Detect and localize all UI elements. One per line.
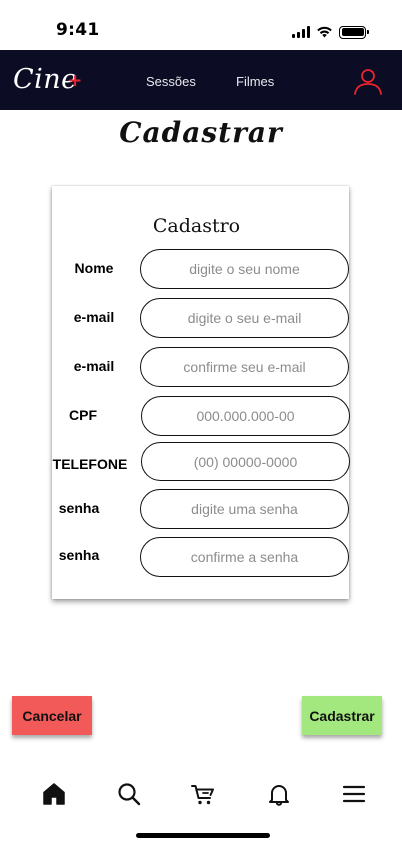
page-title: Cadastrar — [119, 116, 283, 149]
menu-icon[interactable] — [342, 782, 366, 806]
bell-icon[interactable] — [267, 782, 291, 806]
signup-form-card: Cadastro Nome e-mail e-mail CPF TELEFONE… — [52, 186, 350, 599]
confirm-password-input[interactable] — [140, 537, 349, 577]
name-input[interactable] — [140, 249, 349, 289]
nav-link-filmes[interactable]: Filmes — [236, 74, 274, 89]
status-time: 9:41 — [56, 20, 100, 40]
brand-plus-mark: + — [68, 71, 83, 91]
confirm-email-label: e-mail — [73, 358, 115, 374]
search-icon[interactable] — [117, 782, 141, 806]
home-icon[interactable] — [42, 782, 66, 806]
home-indicator — [136, 833, 270, 838]
confirm-password-label: senha — [58, 547, 100, 563]
status-icons — [292, 24, 369, 40]
form-title: Cadastro — [152, 215, 241, 237]
submit-button[interactable]: Cadastrar — [302, 696, 382, 735]
cellular-signal-icon — [292, 26, 310, 38]
confirm-email-input[interactable] — [140, 347, 349, 387]
cancel-button[interactable]: Cancelar — [12, 696, 92, 735]
password-label: senha — [58, 500, 100, 516]
nav-link-sessoes[interactable]: Sessões — [146, 74, 196, 89]
cart-icon[interactable] — [191, 782, 215, 806]
bottom-tab-bar — [0, 772, 402, 816]
email-input[interactable] — [140, 298, 349, 338]
name-label: Nome — [74, 260, 114, 276]
email-label: e-mail — [73, 309, 115, 325]
cpf-input[interactable] — [141, 396, 350, 436]
wifi-icon — [317, 26, 332, 38]
phone-label: TELEFONE — [52, 456, 128, 472]
status-bar: 9:41 — [0, 0, 402, 50]
battery-icon — [339, 25, 369, 39]
top-navbar: Cine + Sessões Filmes — [0, 50, 402, 110]
password-input[interactable] — [140, 489, 349, 529]
user-profile-icon[interactable] — [352, 67, 384, 97]
cpf-label: CPF — [69, 407, 97, 423]
phone-input[interactable] — [141, 442, 350, 481]
